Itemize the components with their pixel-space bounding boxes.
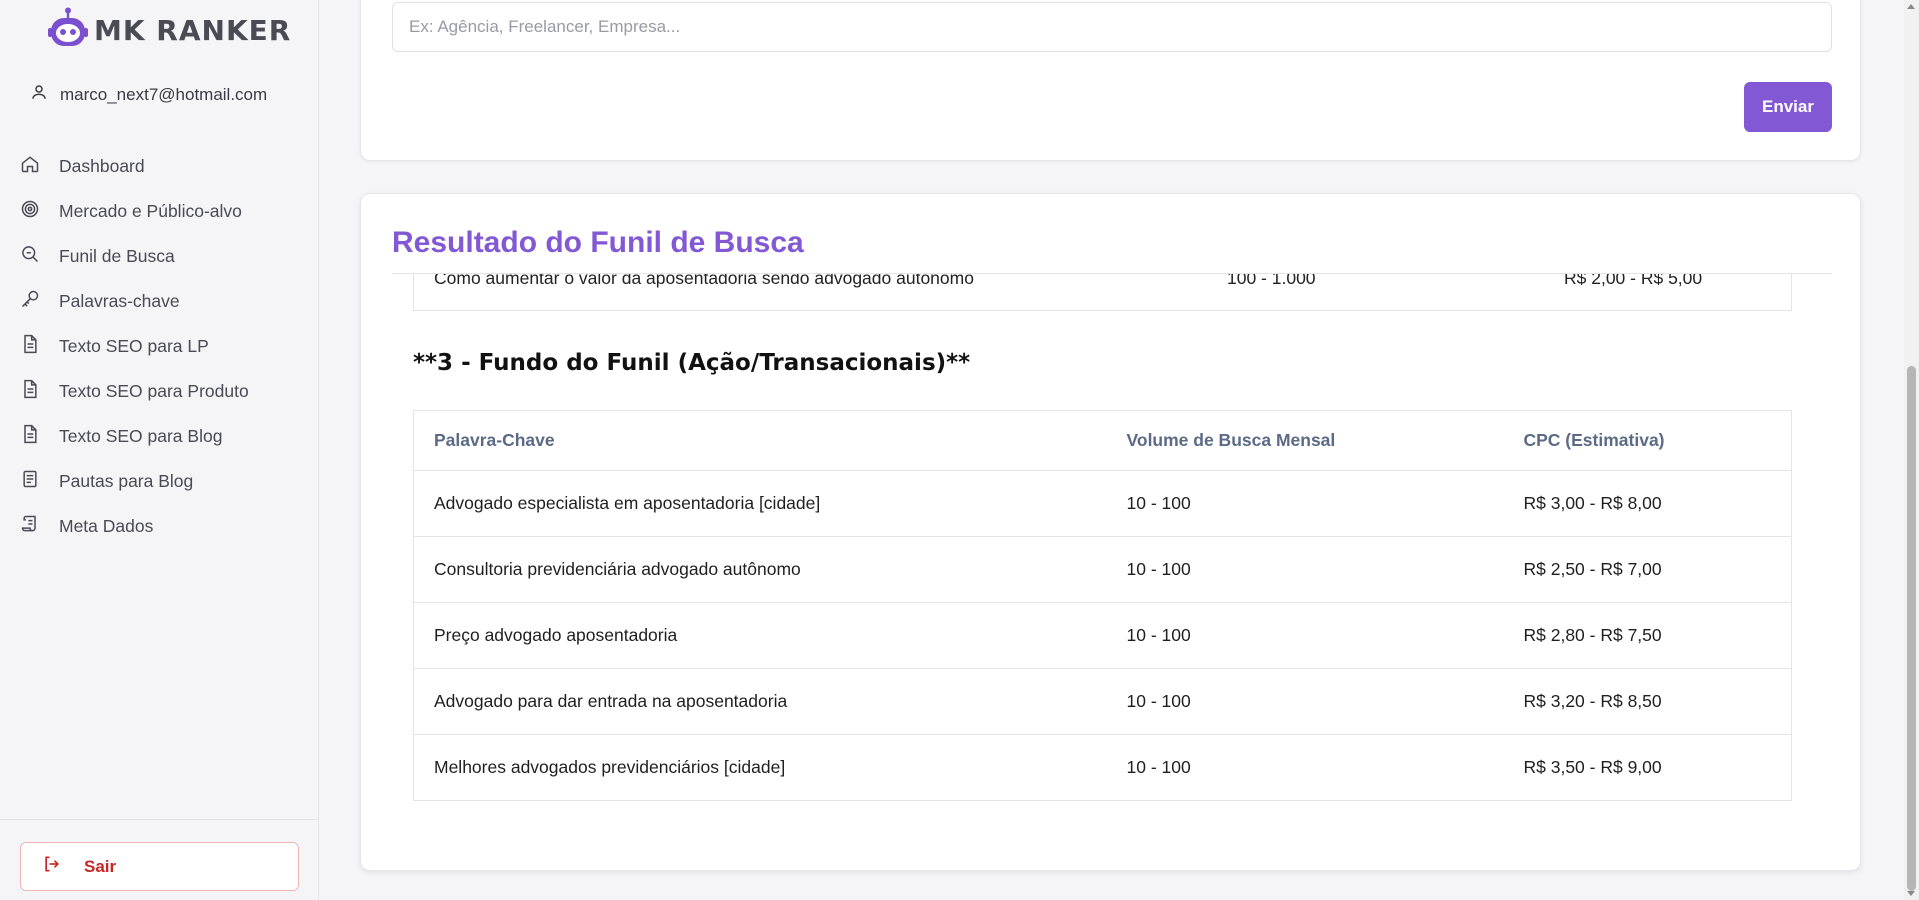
- send-button[interactable]: Enviar: [1744, 82, 1832, 132]
- table-row: Melhores advogados previdenciários [cida…: [414, 735, 1792, 801]
- form-card: Enviar: [360, 0, 1861, 161]
- document-icon: [20, 334, 40, 359]
- volume-cell: 10 - 100: [1106, 470, 1504, 537]
- search-zoom-icon: [20, 244, 40, 269]
- sidebar-item-texto-produto[interactable]: Texto SEO para Produto: [0, 369, 319, 414]
- table-header-row: Palavra-Chave Volume de Busca Mensal CPC…: [413, 410, 1792, 471]
- sidebar-item-label: Palavras-chave: [59, 291, 180, 311]
- key-icon: [20, 289, 40, 314]
- keyword-cell: Advogado para dar entrada na aposentador…: [413, 668, 1107, 735]
- cpc-cell: R$ 2,50 - R$ 7,00: [1503, 536, 1792, 603]
- scroll-icon: [20, 514, 40, 539]
- sidebar-divider: [0, 819, 319, 820]
- sidebar-item-label: Mercado e Público-alvo: [59, 201, 242, 221]
- cpc-cell: R$ 3,20 - R$ 8,50: [1503, 668, 1792, 735]
- sidebar-item-texto-blog[interactable]: Texto SEO para Blog: [0, 414, 319, 459]
- sidebar-item-label: Pautas para Blog: [59, 471, 194, 491]
- table-row: Advogado especialista em aposentadoria […: [413, 470, 1792, 537]
- sidebar-item-label: Texto SEO para Blog: [59, 426, 223, 446]
- sidebar-item-label: Texto SEO para Produto: [59, 381, 249, 401]
- result-title: Resultado do Funil de Busca: [392, 226, 804, 259]
- user-info: marco_next7@hotmail.com: [30, 83, 267, 106]
- section-heading: **3 - Fundo do Funil (Ação/Transacionais…: [413, 350, 971, 376]
- result-content[interactable]: Como aumentar o valor da aposentadoria s…: [361, 274, 1860, 870]
- logout-label: Sair: [84, 856, 117, 876]
- notepad-icon: [20, 469, 40, 494]
- sidebar-item-mercado[interactable]: Mercado e Público-alvo: [0, 189, 319, 234]
- logout-icon: [42, 854, 62, 879]
- volume-cell: 10 - 100: [1106, 602, 1504, 669]
- logo-text: MK RANKER: [94, 14, 292, 47]
- keyword-cell: Melhores advogados previdenciários [cida…: [434, 757, 786, 777]
- scroll-up-arrow-icon[interactable]: [1907, 4, 1915, 9]
- home-icon: [20, 154, 40, 179]
- result-card: Resultado do Funil de Busca Como aumenta…: [360, 193, 1861, 871]
- cpc-cell: R$ 2,00 - R$ 5,00: [1564, 274, 1703, 288]
- sidebar-item-label: Funil de Busca: [59, 246, 175, 266]
- sidebar-item-funil[interactable]: Funil de Busca: [0, 234, 319, 279]
- sidebar-item-palavras[interactable]: Palavras-chave: [0, 279, 319, 324]
- sidebar-item-meta[interactable]: Meta Dados: [0, 504, 319, 549]
- cpc-cell: R$ 3,00 - R$ 8,00: [1503, 470, 1792, 537]
- cpc-cell: R$ 3,50 - R$ 9,00: [1523, 757, 1662, 777]
- volume-cell: 10 - 100: [1106, 668, 1504, 735]
- scroll-down-arrow-icon[interactable]: [1907, 891, 1915, 896]
- logo[interactable]: MK RANKER: [46, 6, 291, 55]
- table-row: Advogado para dar entrada na aposentador…: [413, 668, 1792, 735]
- business-type-input[interactable]: [392, 2, 1832, 52]
- scrollbar-thumb[interactable]: [1907, 366, 1916, 891]
- table-row: Preço advogado aposentadoria 10 - 100 R$…: [413, 602, 1792, 669]
- sidebar-nav: Dashboard Mercado e Público-alvo Funil d…: [0, 144, 319, 549]
- sidebar-item-dashboard[interactable]: Dashboard: [0, 144, 319, 189]
- user-email: marco_next7@hotmail.com: [60, 84, 268, 104]
- column-header-cpc: CPC (Estimativa): [1503, 410, 1792, 471]
- cpc-cell: R$ 2,80 - R$ 7,50: [1503, 602, 1792, 669]
- column-header-volume: Volume de Busca Mensal: [1106, 410, 1504, 471]
- column-header-keyword: Palavra-Chave: [413, 410, 1107, 471]
- keyword-table: Palavra-Chave Volume de Busca Mensal CPC…: [413, 410, 1792, 801]
- document-icon: [20, 379, 40, 404]
- sidebar-item-label: Dashboard: [59, 156, 145, 176]
- user-icon: [30, 83, 48, 106]
- table-row: Como aumentar o valor da aposentadoria s…: [413, 274, 1792, 311]
- robot-logo-icon: [46, 6, 90, 55]
- sidebar: MK RANKER marco_next7@hotmail.com Dashbo…: [0, 0, 319, 900]
- volume-cell: 10 - 100: [1106, 536, 1504, 603]
- sidebar-item-pautas[interactable]: Pautas para Blog: [0, 459, 319, 504]
- sidebar-item-texto-lp[interactable]: Texto SEO para LP: [0, 324, 319, 369]
- sidebar-item-label: Texto SEO para LP: [59, 336, 209, 356]
- document-icon: [20, 424, 40, 449]
- target-icon: [20, 199, 40, 224]
- sidebar-item-label: Meta Dados: [59, 516, 154, 536]
- table-row: Consultoria previdenciária advogado autô…: [413, 536, 1792, 603]
- logout-button[interactable]: Sair: [20, 842, 299, 891]
- volume-cell: 100 - 1.000: [1227, 274, 1316, 288]
- keyword-cell: Advogado especialista em aposentadoria […: [413, 470, 1107, 537]
- keyword-cell: Como aumentar o valor da aposentadoria s…: [434, 274, 974, 288]
- volume-cell: 10 - 100: [1126, 757, 1191, 777]
- page-scrollbar[interactable]: [1904, 0, 1919, 900]
- keyword-cell: Preço advogado aposentadoria: [413, 602, 1107, 669]
- keyword-cell: Consultoria previdenciária advogado autô…: [413, 536, 1107, 603]
